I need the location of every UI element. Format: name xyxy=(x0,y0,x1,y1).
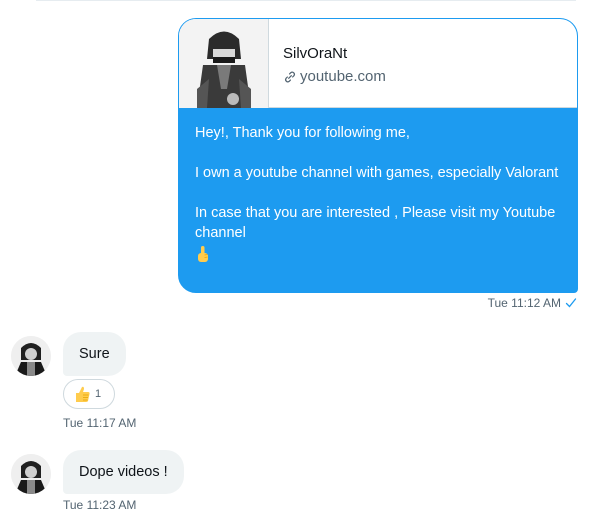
message-line: Hey!, Thank you for following me, xyxy=(195,125,410,141)
outgoing-timestamp: Tue 11:12 AM xyxy=(487,296,561,310)
incoming-message-text: Sure xyxy=(79,346,110,362)
incoming-timestamp: Tue 11:23 AM xyxy=(63,498,137,512)
link-icon xyxy=(285,71,295,82)
avatar[interactable] xyxy=(11,336,51,376)
thumbs-up-icon xyxy=(76,386,90,402)
outgoing-message-text: Hey!, Thank you for following me, I own … xyxy=(195,123,565,269)
incoming-timestamp: Tue 11:17 AM xyxy=(63,416,137,430)
incoming-message[interactable]: Dope videos ! xyxy=(63,450,184,494)
incoming-message[interactable]: Sure xyxy=(63,332,126,376)
link-preview-thumbnail xyxy=(179,19,269,108)
reaction-count: 1 xyxy=(95,388,102,400)
link-preview-card[interactable]: SilvOraNt youtube.com xyxy=(179,19,577,108)
link-preview-title[interactable]: SilvOraNt xyxy=(283,45,347,62)
message-line: In case that you are interested , Please… xyxy=(195,205,556,241)
link-preview-domain[interactable]: youtube.com xyxy=(283,68,386,85)
outgoing-message[interactable]: SilvOraNt youtube.com Hey!, Thank you fo… xyxy=(178,18,578,293)
reaction-badge[interactable]: 1 xyxy=(63,379,115,409)
point-up-icon xyxy=(198,246,208,262)
message-line: I own a youtube channel with games, espe… xyxy=(195,165,559,181)
outgoing-message-meta: Tue 11:12 AM xyxy=(488,296,577,310)
link-preview-domain-text: youtube.com xyxy=(300,68,386,85)
avatar[interactable] xyxy=(11,454,51,494)
incoming-message-text: Dope videos ! xyxy=(79,464,168,480)
top-divider xyxy=(36,0,576,1)
check-icon xyxy=(565,298,577,308)
